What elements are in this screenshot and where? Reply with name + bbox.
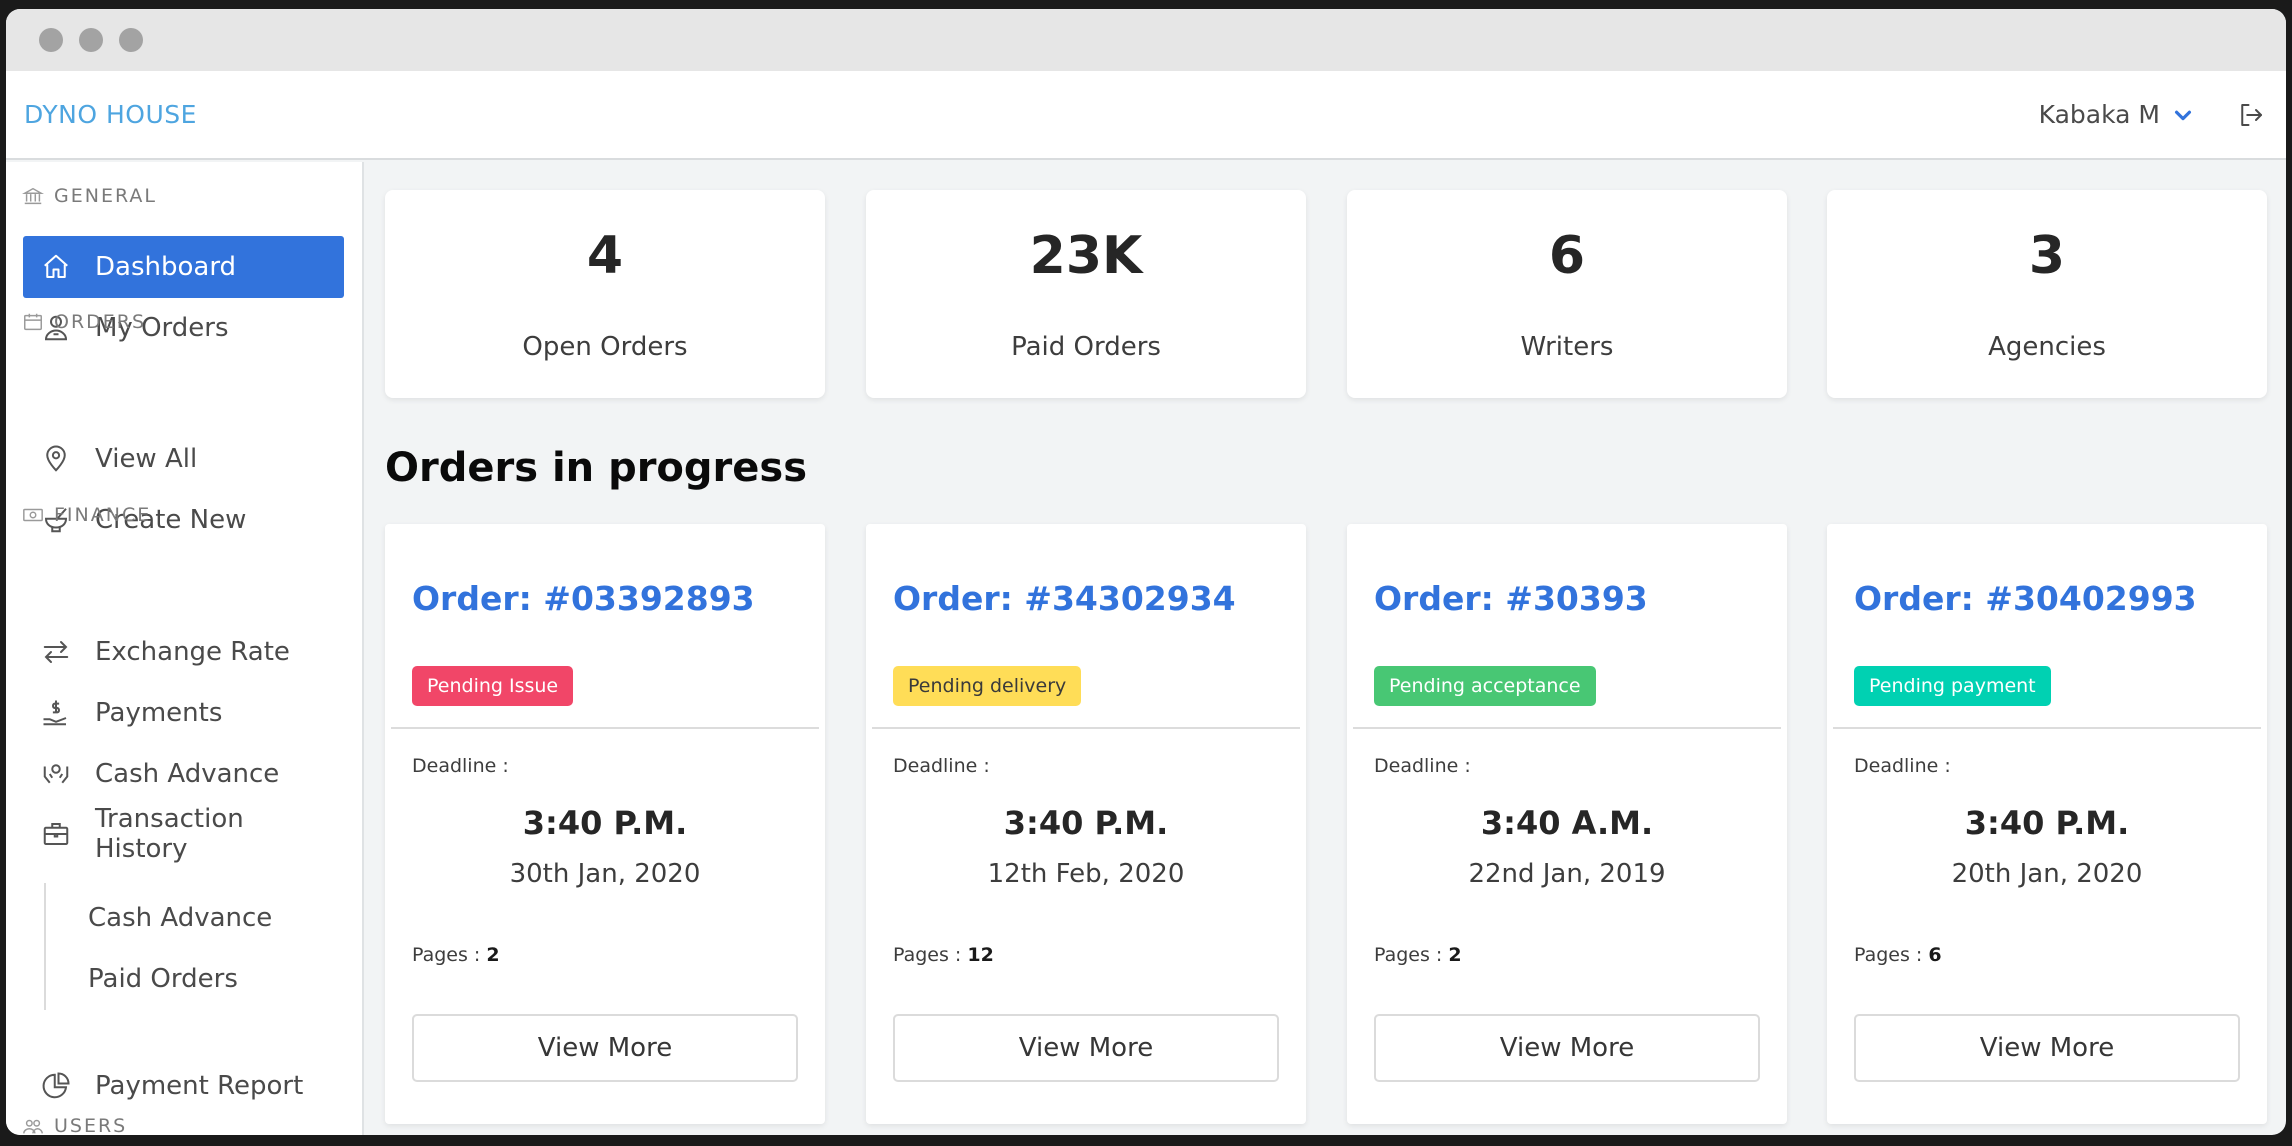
- submenu-item-paid-orders[interactable]: Paid Orders: [88, 964, 238, 994]
- pages-info: Pages : 6: [1854, 944, 1942, 966]
- card-divider: [1353, 727, 1781, 729]
- stat-card-writers[interactable]: 6 Writers: [1347, 190, 1787, 398]
- pages-info: Pages : 2: [1374, 944, 1462, 966]
- deadline-label: Deadline :: [893, 755, 990, 777]
- order-card: Order: #30402993 Pending payment Deadlin…: [1827, 524, 2267, 1124]
- stat-label: Open Orders: [522, 332, 688, 362]
- sidebar-section-finance: FINANCE: [22, 504, 151, 526]
- sidebar-section-orders: ORDERS: [22, 311, 146, 333]
- browser-window: DYNO HOUSE Kabaka M GENERAL Dashboard My…: [6, 9, 2286, 1135]
- sidebar-item-dashboard[interactable]: Dashboard: [23, 236, 344, 298]
- deadline-time: 3:40 P.M.: [1003, 804, 1169, 842]
- stat-value: 6: [1548, 226, 1586, 286]
- order-title-link[interactable]: Order: #34302934: [893, 579, 1236, 618]
- bank-icon: [22, 187, 44, 205]
- user-area: Kabaka M: [2039, 100, 2266, 130]
- hand-dollar-icon: [43, 700, 67, 726]
- brand-logo[interactable]: DYNO HOUSE: [24, 100, 197, 129]
- pages-count: 2: [1448, 944, 1462, 966]
- window-titlebar: [6, 9, 2286, 71]
- deadline-label: Deadline :: [1854, 755, 1951, 777]
- sidebar-item-transaction-history[interactable]: Transaction History: [23, 803, 344, 865]
- pages-count: 2: [486, 944, 500, 966]
- deadline-time: 3:40 P.M.: [1964, 804, 2130, 842]
- stat-card-agencies[interactable]: 3 Agencies: [1827, 190, 2267, 398]
- money-icon: [23, 508, 43, 522]
- stat-label: Paid Orders: [1011, 332, 1161, 362]
- user-menu-name[interactable]: Kabaka M: [2039, 100, 2160, 129]
- deadline-date: 30th Jan, 2020: [509, 859, 701, 889]
- top-navbar: DYNO HOUSE Kabaka M: [6, 71, 2286, 160]
- deadline-date: 22nd Jan, 2019: [1468, 859, 1666, 889]
- card-divider: [391, 727, 819, 729]
- sidebar-section-users: USERS: [22, 1115, 127, 1135]
- order-title-link[interactable]: Order: #03392893: [412, 579, 755, 618]
- calendar-icon: [24, 313, 42, 331]
- stat-value: 23K: [1029, 226, 1143, 286]
- order-title-link[interactable]: Order: #30393: [1374, 579, 1648, 618]
- exchange-icon: [43, 641, 69, 663]
- pages-count: 6: [1928, 944, 1942, 966]
- status-badge: Pending payment: [1854, 666, 2051, 706]
- stat-value: 4: [586, 226, 624, 286]
- submenu-item-cash-advance[interactable]: Cash Advance: [88, 903, 272, 933]
- deadline-date: 20th Jan, 2020: [1951, 859, 2143, 889]
- card-divider: [1833, 727, 2261, 729]
- sidebar-item-exchange-rate[interactable]: Exchange Rate: [23, 621, 344, 683]
- logout-icon[interactable]: [2236, 100, 2266, 130]
- stat-value: 3: [2028, 226, 2066, 286]
- view-more-button[interactable]: View More: [893, 1014, 1279, 1082]
- deadline-label: Deadline :: [1374, 755, 1471, 777]
- pie-chart-icon: [42, 1072, 70, 1099]
- deadline-time: 3:40 P.M.: [522, 804, 688, 842]
- sidebar-item-view-all[interactable]: View All: [23, 428, 344, 490]
- status-badge: Pending acceptance: [1374, 666, 1596, 706]
- order-card: Order: #03392893 Pending Issue Deadline …: [385, 524, 825, 1124]
- briefcase-icon: [43, 823, 69, 845]
- close-window-button[interactable]: [39, 28, 63, 52]
- sidebar-item-payments[interactable]: Payments: [23, 682, 344, 744]
- section-title: Orders in progress: [385, 445, 808, 491]
- view-more-button[interactable]: View More: [1854, 1014, 2240, 1082]
- content-area: GENERAL Dashboard My Orders ORDERS View …: [6, 162, 2286, 1135]
- chevron-down-icon[interactable]: [2172, 104, 2194, 126]
- map-pin-icon: [46, 445, 66, 472]
- order-card: Order: #34302934 Pending delivery Deadli…: [866, 524, 1306, 1124]
- sidebar-item-payment-report[interactable]: Payment Report: [23, 1055, 344, 1117]
- order-title-link[interactable]: Order: #30402993: [1854, 579, 2197, 618]
- status-badge: Pending Issue: [412, 666, 574, 706]
- view-more-button[interactable]: View More: [1374, 1014, 1760, 1082]
- deadline-label: Deadline :: [412, 755, 509, 777]
- sidebar: GENERAL Dashboard My Orders ORDERS View …: [6, 162, 364, 1135]
- pages-info: Pages : 12: [893, 944, 994, 966]
- pages-count: 12: [967, 944, 994, 966]
- view-more-button[interactable]: View More: [412, 1014, 798, 1082]
- stat-card-open-orders[interactable]: 4 Open Orders: [385, 190, 825, 398]
- stat-card-paid-orders[interactable]: 23K Paid Orders: [866, 190, 1306, 398]
- sidebar-item-cash-advance[interactable]: Cash Advance: [23, 743, 344, 805]
- sidebar-section-general: GENERAL: [22, 185, 157, 207]
- pages-info: Pages : 2: [412, 944, 500, 966]
- home-icon: [44, 254, 68, 278]
- users-icon: [23, 1119, 43, 1134]
- stat-label: Agencies: [1988, 332, 2106, 362]
- stat-label: Writers: [1520, 332, 1614, 362]
- status-badge: Pending delivery: [893, 666, 1082, 706]
- transaction-history-submenu: Cash Advance Paid Orders: [44, 883, 272, 1010]
- maximize-window-button[interactable]: [119, 28, 143, 52]
- hands-coin-icon: [43, 764, 69, 784]
- deadline-time: 3:40 A.M.: [1480, 804, 1654, 842]
- dashboard-main: 4 Open Orders 23K Paid Orders 6 Writers …: [364, 162, 2286, 1135]
- deadline-date: 12th Feb, 2020: [987, 859, 1185, 889]
- card-divider: [872, 727, 1300, 729]
- order-card: Order: #30393 Pending acceptance Deadlin…: [1347, 524, 1787, 1124]
- minimize-window-button[interactable]: [79, 28, 103, 52]
